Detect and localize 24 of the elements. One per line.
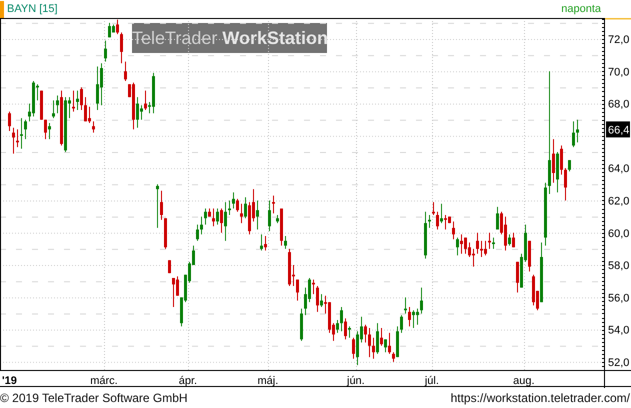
date-axis-label: '19 [2,375,17,387]
date-axis-label: máj. [258,375,278,387]
price-axis-label: 72,0 [608,34,630,46]
price-axis-label: 52,0 [608,356,630,369]
date-axis-label: jún. [347,375,365,387]
copyright-text: © 2019 TeleTrader Software GmbH [0,391,188,405]
price-axis-label: 54,0 [608,324,630,337]
date-axis-label: ápr. [178,375,198,387]
price-axis-label: 58,0 [608,260,630,272]
symbol-label: BAYN [15] [7,3,58,15]
last-price-tag: 66,4 [606,121,630,138]
url-link[interactable]: https://workstation.teletrader.com/ [450,391,630,405]
price-axis-label: 68,0 [608,98,630,111]
date-axis-label: aug. [513,375,535,387]
date-axis-label: júl. [424,375,439,387]
candlestick [168,260,171,274]
price-axis-label: 56,0 [608,292,630,304]
date-axis-label: márc. [90,375,118,387]
brand-overlay: TeleTrader WorkStation [132,23,327,53]
symbol-marker [0,0,4,18]
price-axis-label: 70,0 [608,66,630,78]
price-axis-label: 64,0 [608,163,630,176]
price-axis-label: 60,0 [608,228,630,240]
price-axis-label: 62,0 [608,195,630,208]
